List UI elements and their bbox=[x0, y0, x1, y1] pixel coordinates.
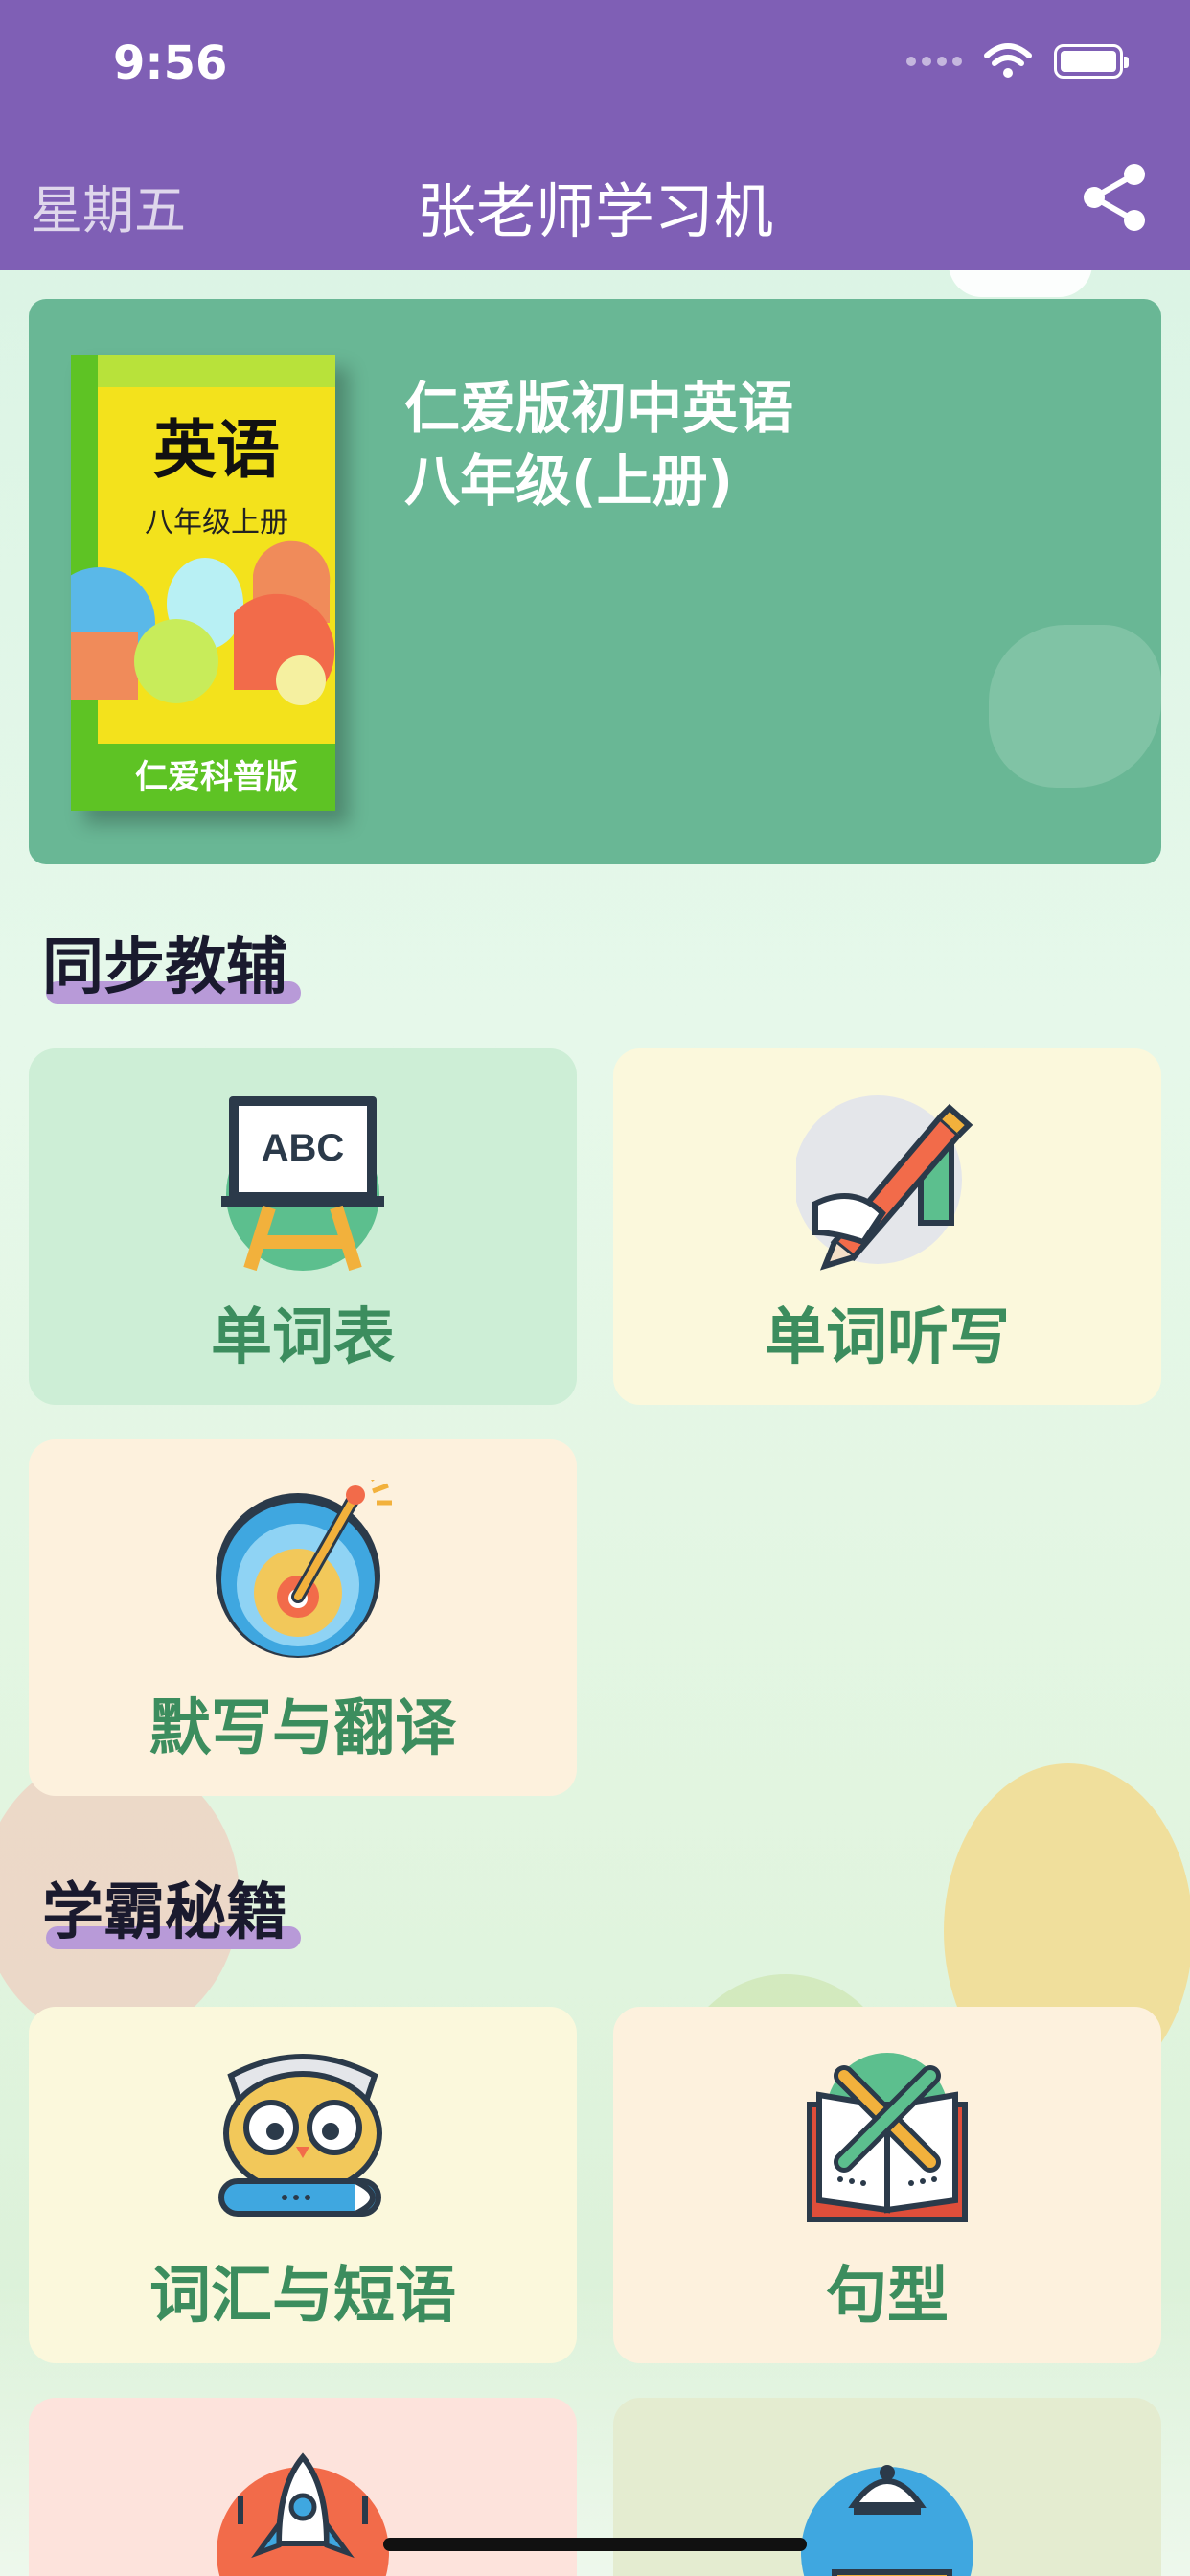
book-cover: 英语 八年级上册 仁爱科普版 bbox=[71, 355, 335, 811]
battery-icon bbox=[1054, 44, 1129, 79]
signal-icon bbox=[906, 57, 962, 66]
status-icons bbox=[906, 42, 1129, 80]
tile-label: 单词听写 bbox=[765, 1302, 1010, 1373]
book-cover-title: 英语 bbox=[153, 413, 280, 487]
book-cover-art bbox=[71, 540, 335, 705]
tile-label: 默写与翻译 bbox=[149, 1693, 456, 1764]
tile-label: 词汇与短语 bbox=[149, 2261, 456, 2332]
chalkboard-icon: ABC bbox=[221, 1096, 384, 1271]
card-cloud-decoration bbox=[989, 625, 1161, 788]
share-icon[interactable] bbox=[1079, 161, 1152, 234]
navigation-bar: 9:56 星期五 张老师学习机 bbox=[0, 0, 1190, 270]
tile-dictation-translation[interactable]: 默写与翻译 bbox=[29, 1439, 577, 1796]
status-time: 9:56 bbox=[113, 36, 228, 90]
section-title-secrets: 学霸秘籍 bbox=[42, 1863, 301, 1951]
tile-word-list[interactable]: ABC 单词表 bbox=[29, 1048, 577, 1405]
target-icon bbox=[216, 1480, 392, 1658]
tile-label: 单词表 bbox=[211, 1302, 395, 1373]
book-cover-publisher: 仁爱科普版 bbox=[135, 758, 298, 796]
section-title-sync: 同步教辅 bbox=[42, 918, 301, 1006]
book-cover-subtitle: 八年级上册 bbox=[145, 506, 288, 540]
home-indicator bbox=[383, 2538, 807, 2551]
svg-text:ABC: ABC bbox=[262, 1127, 345, 1169]
page-title: 张老师学习机 bbox=[416, 176, 773, 246]
tile-vocab-phrases[interactable]: 词汇与短语 bbox=[29, 2007, 577, 2363]
open-book-pencils-icon bbox=[807, 2053, 968, 2222]
book-name: 仁爱版初中英语 八年级(上册) bbox=[404, 376, 794, 514]
owl-book-icon bbox=[218, 2054, 382, 2217]
rocket-icon bbox=[217, 2452, 389, 2576]
desk-lamp-icon bbox=[801, 2465, 973, 2576]
textbook-card[interactable]: 英语 八年级上册 仁爱科普版 仁爱版初中英语 八年级(上册) bbox=[29, 299, 1161, 864]
wifi-icon bbox=[984, 43, 1032, 78]
tile-label: 句型 bbox=[826, 2261, 949, 2332]
tile-word-dictation[interactable]: 单词听写 bbox=[613, 1048, 1161, 1405]
tile-sentence-patterns[interactable]: 句型 bbox=[613, 2007, 1161, 2363]
pencil-hand-icon bbox=[796, 1095, 973, 1271]
